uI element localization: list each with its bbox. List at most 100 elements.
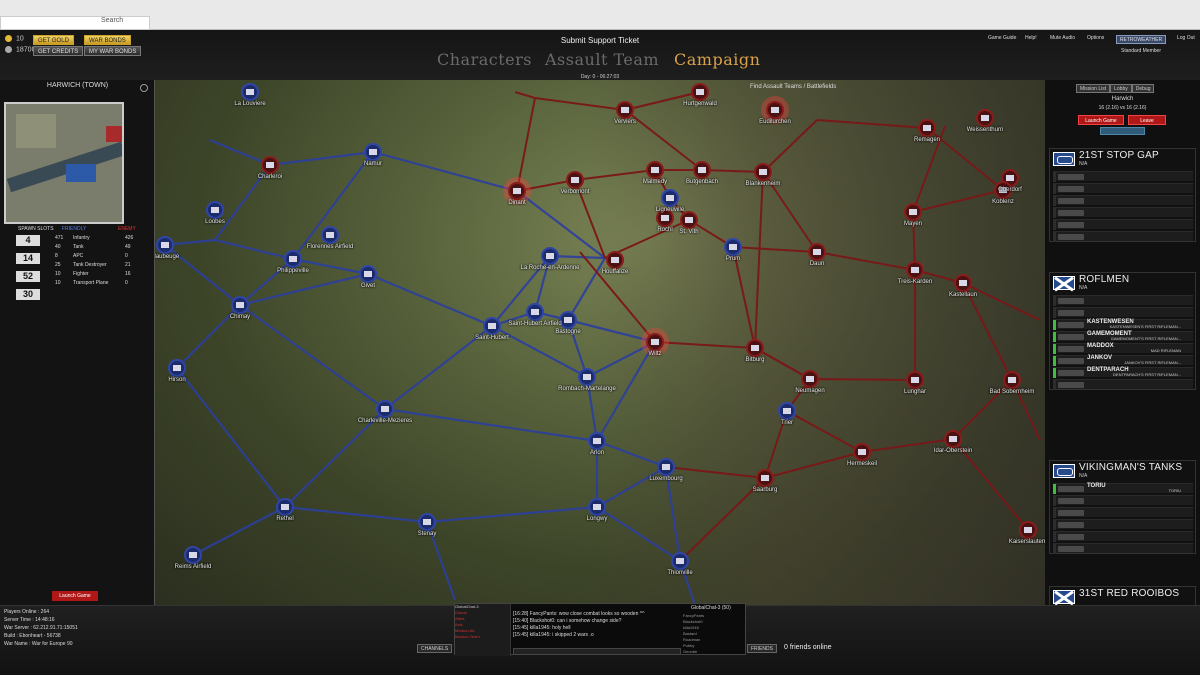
team-slot[interactable] [1053, 531, 1193, 542]
team-slot[interactable] [1053, 495, 1193, 506]
chat-input[interactable] [513, 648, 681, 655]
tank-icon [1058, 370, 1084, 376]
team-slot[interactable] [1053, 207, 1193, 218]
chat-message: [15:45] killa1945: holy hell [513, 625, 571, 631]
team-slot[interactable] [1053, 195, 1193, 206]
chat-message: [15:40] Blackshot0: can i somehow change… [513, 618, 622, 624]
town-flag-icon [949, 436, 957, 442]
spawn-slot-plane: 30 [16, 289, 40, 300]
chat-channel[interactable]: Mission-Team [455, 634, 510, 640]
team-slot[interactable] [1053, 519, 1193, 530]
launch-game-button-left[interactable]: Launch Game [52, 591, 98, 601]
team-slot[interactable]: MADDOX MAD RIFLEMAN [1053, 343, 1193, 354]
player-class: TORIU [1168, 488, 1181, 493]
team-card[interactable]: 21ST STOP GAP N/A [1049, 148, 1196, 242]
slot-status-bar [1053, 220, 1056, 230]
team-slot[interactable] [1053, 171, 1193, 182]
search-icon[interactable] [140, 84, 148, 92]
unit-type: APC [73, 253, 84, 259]
tab-assault-team[interactable]: Assault Team [545, 50, 659, 69]
town-flag-icon [729, 244, 737, 250]
credits-balance: 18700 [5, 46, 35, 53]
town-flag-icon [266, 162, 274, 168]
map-breadcrumb[interactable]: Find Assault Teams / Battlefields [750, 84, 836, 90]
tab-mission-list[interactable]: Mission List [1076, 84, 1111, 93]
team-slot[interactable] [1053, 379, 1193, 390]
tab-characters[interactable]: Characters [437, 50, 532, 69]
my-war-bonds-button[interactable]: My War Bonds [84, 46, 142, 56]
town-label: Verbomont [560, 189, 590, 195]
town-flag-icon [531, 309, 539, 315]
team-slot[interactable]: JANKOV JANKOV'S FIRST RIFLEMAN... [1053, 355, 1193, 366]
town-label: Bad Sobernheim [989, 389, 1035, 395]
chat-user[interactable]: Geordie [683, 649, 741, 655]
options-link[interactable]: Options [1087, 35, 1104, 41]
unit-row: 10 Fighter 16 [55, 271, 135, 279]
channels-button[interactable]: CHANNELS [417, 644, 453, 653]
ready-button[interactable] [1100, 127, 1145, 135]
campaign-map[interactable]: La Louviere Charleroi Namur Dinant Verbomont… [155, 80, 1045, 605]
town-label: Koblenz [992, 199, 1014, 205]
team-slot[interactable] [1053, 295, 1193, 306]
browser-toolbar: Search [0, 0, 1200, 30]
town-title: HARWICH (TOWN) [46, 82, 109, 89]
team-slot[interactable]: DENTPARACH DENTPARACH'S FIRST RIFLEMAN... [1053, 367, 1193, 378]
chat-user-list[interactable]: FancyPants Blackshot0 killa1945 Bastard … [683, 613, 741, 655]
search-label: Search [101, 17, 124, 24]
town-label: Rethel [276, 516, 294, 522]
town-panel: HARWICH (TOWN) SPAWN SLOTS FRIENDLY ENEM… [0, 80, 155, 605]
town-label: La Roche-en-Ardenne [520, 265, 580, 271]
team-slot[interactable] [1053, 183, 1193, 194]
slot-status-bar [1053, 532, 1056, 542]
team-name: ROFLMEN [1079, 274, 1130, 285]
town-flag-icon [593, 438, 601, 444]
leave-button[interactable]: Leave [1128, 115, 1166, 125]
town-minimap[interactable] [4, 102, 124, 224]
get-credits-button[interactable]: Get Credits [33, 46, 84, 56]
tank-icon [1058, 546, 1084, 552]
unit-row: 10 Transport Plane 0 [55, 280, 135, 288]
town-flag-icon [698, 167, 706, 173]
town-flag-icon [513, 188, 521, 194]
server-info: Players Online : 264 Server Time : 14:48… [4, 608, 78, 648]
friendly-count: 40 [55, 244, 61, 250]
enemy-count: 0 [125, 280, 128, 286]
mute-audio-link[interactable]: Mute Audio [1050, 35, 1075, 41]
team-slot[interactable] [1053, 219, 1193, 230]
team-slot[interactable]: KASTENWESEN KASTENWESEN'S FIRST RIFLEMAN.… [1053, 319, 1193, 330]
help-link[interactable]: Help! [1025, 35, 1037, 41]
team-header: 21ST STOP GAP N/A [1050, 149, 1197, 169]
team-slot[interactable] [1053, 507, 1193, 518]
tank-icon [1058, 358, 1084, 364]
launch-game-button[interactable]: Launch Game [1078, 115, 1124, 125]
team-card[interactable]: ROFLMEN N/A KASTENWESEN KASTENWESEN'S FIRST… [1049, 272, 1196, 390]
team-slot[interactable]: TORIU TORIU [1053, 483, 1193, 494]
war-bonds-button[interactable]: War Bonds [84, 35, 131, 45]
tab-lobby[interactable]: Lobby [1110, 84, 1132, 93]
tab-debug[interactable]: Debug [1131, 84, 1155, 93]
unit-type: Infantry [73, 235, 90, 241]
town-label: La Louviere [234, 101, 266, 107]
tab-campaign[interactable]: Campaign [674, 50, 760, 69]
town-flag-icon [662, 464, 670, 470]
team-slot[interactable] [1053, 307, 1193, 318]
team-slot[interactable] [1053, 231, 1193, 242]
game-guide-link[interactable]: Game Guide [988, 35, 1016, 41]
get-gold-button[interactable]: Get Gold [33, 35, 74, 45]
rank-badge[interactable]: RETROWEATHER [1116, 35, 1166, 44]
town-label: Charleville-Mezieres [357, 418, 413, 424]
team-slot[interactable]: GAMEMOMENT GAMEMOMENT'S FIRST RIFLEMAN... [1053, 331, 1193, 342]
town-flag-icon [751, 345, 759, 351]
friends-button[interactable]: FRIENDS [747, 644, 777, 653]
team-slot[interactable] [1053, 543, 1193, 554]
team-header: ROFLMEN N/A [1050, 273, 1197, 293]
log-out-link[interactable]: Log Out [1177, 35, 1195, 41]
town-flag-icon [211, 207, 219, 213]
town-label: Kastellaun [948, 292, 978, 298]
browser-search-field[interactable]: Search [0, 16, 150, 30]
town-label: Rombach-Martelange [558, 386, 616, 392]
town-label: Oberdorf [998, 187, 1022, 193]
submit-support-ticket-link[interactable]: Submit Support Ticket [540, 36, 660, 45]
town-label: Lunghar [903, 389, 927, 395]
team-card[interactable]: VIKINGMAN'S TANKS N/A TORIU TORIU [1049, 460, 1196, 554]
